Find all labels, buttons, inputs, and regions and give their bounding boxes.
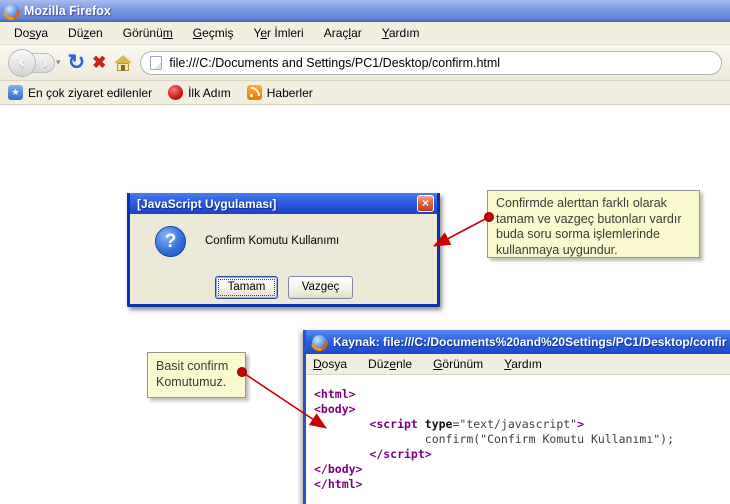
src-menu-gorunum[interactable]: Görünüm <box>431 355 494 373</box>
src-menu-dosya[interactable]: Dosya <box>311 355 358 373</box>
bookmark-label: En çok ziyaret edilenler <box>28 86 152 100</box>
stop-button[interactable]: ✖ <box>92 53 106 73</box>
page-favicon-icon <box>150 56 162 70</box>
navigation-toolbar: ‹ › ▾ ↻ ✖ file:///C:/Documents and Setti… <box>0 45 730 81</box>
menu-yardim[interactable]: Yardım <box>372 23 430 43</box>
bookmark-ilk-adim[interactable]: İlk Adım <box>168 85 231 100</box>
bookmark-haberler[interactable]: Haberler <box>247 85 313 100</box>
close-icon: × <box>422 196 429 210</box>
code-explanation-callout: Basit confirm Komutumuz. <box>147 352 246 398</box>
dialog-titlebar: [JavaScript Uygulaması] × <box>130 193 437 214</box>
back-button[interactable]: ‹ <box>8 49 36 77</box>
code-line: <html> <box>314 387 730 402</box>
menu-gorunum[interactable]: Görünüm <box>113 23 183 43</box>
menu-gecmis[interactable]: Geçmiş <box>183 23 244 43</box>
forward-icon: › <box>43 55 48 71</box>
address-url: file:///C:/Documents and Settings/PC1/De… <box>169 56 500 70</box>
code-line: </html> <box>314 477 730 492</box>
firefox-icon <box>312 335 327 350</box>
question-mark-icon: ? <box>155 226 186 257</box>
code-line: confirm("Confirm Komutu Kullanımı"); <box>314 432 730 447</box>
chevron-down-icon: ▾ <box>56 57 61 67</box>
stop-icon: ✖ <box>92 53 106 72</box>
code-line: </body> <box>314 462 730 477</box>
cancel-button[interactable]: Vazgeç <box>288 276 353 299</box>
window-title: Mozilla Firefox <box>24 4 111 18</box>
ok-button[interactable]: Tamam <box>215 276 278 299</box>
src-menu-yardim[interactable]: Yardım <box>502 355 553 373</box>
code-line: </script> <box>314 447 730 462</box>
view-source-window: Kaynak: file:///C:/Documents%20and%20Set… <box>303 330 730 504</box>
dialog-body: ? Confirm Komutu Kullanımı Tamam Vazgeç <box>130 214 437 304</box>
address-bar[interactable]: file:///C:/Documents and Settings/PC1/De… <box>140 51 722 75</box>
javascript-confirm-dialog: [JavaScript Uygulaması] × ? Confirm Komu… <box>127 193 440 307</box>
rss-feed-icon <box>247 85 262 100</box>
firefox-icon <box>4 4 19 19</box>
source-window-titlebar: Kaynak: file:///C:/Documents%20and%20Set… <box>306 330 730 354</box>
most-visited-icon: ★ <box>8 85 23 100</box>
browser-titlebar: Mozilla Firefox <box>0 0 730 22</box>
history-dropdown-button[interactable]: ▾ <box>56 57 61 68</box>
confirm-explanation-callout: Confirmde alerttan farklı olarak tamam v… <box>487 190 700 258</box>
menu-duzen[interactable]: Düzen <box>58 23 113 43</box>
code-line: <script type="text/javascript"> <box>314 417 730 432</box>
dialog-close-button[interactable]: × <box>417 195 434 212</box>
history-nav-group: ‹ › ▾ <box>8 49 61 77</box>
menu-dosya[interactable]: Dosya <box>4 23 58 43</box>
menu-araclar[interactable]: Araçlar <box>314 23 372 43</box>
home-button[interactable] <box>113 55 133 71</box>
bookmark-label: İlk Adım <box>188 86 231 100</box>
arrow-to-dialog <box>434 217 489 246</box>
reload-button[interactable]: ↻ <box>68 53 86 73</box>
back-icon: ‹ <box>19 52 25 73</box>
home-icon <box>114 55 132 63</box>
menu-yer-imleri[interactable]: Yer İmleri <box>243 23 313 43</box>
bookmarks-toolbar: ★ En çok ziyaret edilenler İlk Adım Habe… <box>0 81 730 105</box>
reload-icon: ↻ <box>68 51 86 74</box>
source-code: <html><body> <script type="text/javascri… <box>306 375 730 492</box>
code-line: <body> <box>314 402 730 417</box>
screenshot-root: Mozilla Firefox Dosya Düzen Görünüm Geçm… <box>0 0 730 504</box>
source-window-title: Kaynak: file:///C:/Documents%20and%20Set… <box>333 335 726 349</box>
dialog-title: [JavaScript Uygulaması] <box>137 197 276 211</box>
browser-menubar: Dosya Düzen Görünüm Geçmiş Yer İmleri Ar… <box>0 22 730 45</box>
bookmark-most-visited[interactable]: ★ En çok ziyaret edilenler <box>8 85 152 100</box>
source-window-menubar: Dosya Düzenle Görünüm Yardım <box>306 354 730 375</box>
dialog-message: Confirm Komutu Kullanımı <box>205 235 339 247</box>
src-menu-duzenle[interactable]: Düzenle <box>366 355 423 373</box>
getting-started-icon <box>168 85 183 100</box>
bookmark-label: Haberler <box>267 86 313 100</box>
